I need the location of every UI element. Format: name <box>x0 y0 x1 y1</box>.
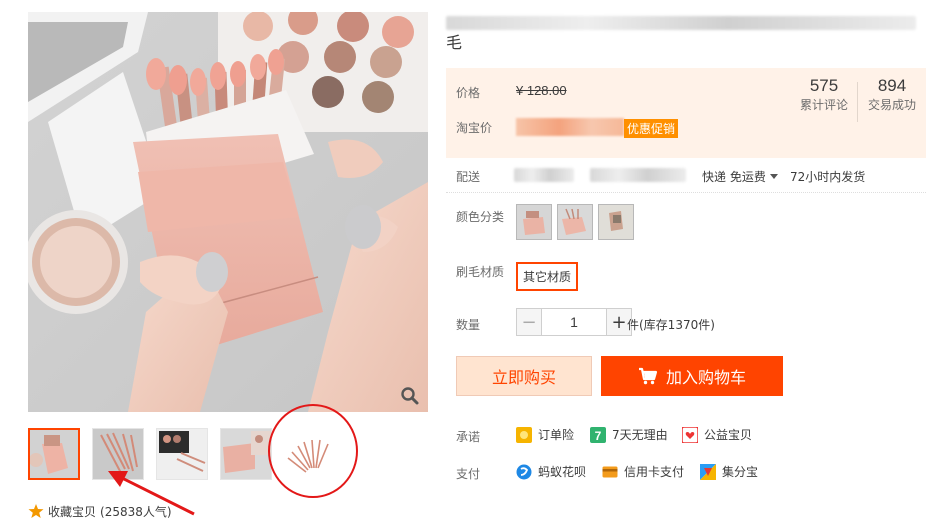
bristle-label: 刷毛材质 <box>456 265 505 279</box>
payment-credit-card[interactable]: 信用卡支付 <box>602 463 684 480</box>
favorite-label: 收藏宝贝 <box>48 504 97 519</box>
promise-seven-day-return[interactable]: 7 7天无理由 <box>590 426 668 443</box>
product-photo <box>28 12 428 412</box>
shipping-method-text: 快递 免运费 <box>702 170 766 184</box>
promo-tag[interactable]: 优惠促销 <box>624 119 679 138</box>
color-option-1[interactable] <box>516 204 552 240</box>
huabei-icon <box>516 464 532 479</box>
original-price: ¥ 128.00 <box>516 83 567 98</box>
add-to-cart-button[interactable]: 加入购物车 <box>601 356 783 396</box>
title-tail: 毛 <box>446 33 463 52</box>
insurance-icon <box>516 426 532 443</box>
caret-down-icon <box>769 173 778 179</box>
transactions-count: 894 <box>877 76 907 95</box>
color-option-3[interactable] <box>598 204 634 240</box>
quantity-stepper: − 1 + <box>516 308 632 336</box>
star-icon <box>28 504 44 518</box>
promise-order-insurance[interactable]: 订单险 <box>516 426 574 443</box>
zoom-icon[interactable] <box>400 386 420 406</box>
shipping-origin-blurred <box>514 168 574 182</box>
cart-icon <box>638 367 658 385</box>
stat-transactions[interactable]: 894 交易成功 <box>862 76 922 113</box>
payment-item-label: 信用卡支付 <box>624 465 685 479</box>
dispatch-time: 72小时内发货 <box>790 170 866 184</box>
price-panel: 价格 ¥ 128.00 淘宝价 优惠促销 575 累计评论 894 交易成功 <box>446 68 926 158</box>
favorite-count: (25838人气) <box>100 504 172 519</box>
reviews-label: 累计评论 <box>799 98 848 112</box>
stat-reviews[interactable]: 575 累计评论 <box>796 76 852 113</box>
product-title: 毛 <box>446 12 926 54</box>
payment-item-label: 集分宝 <box>722 465 759 479</box>
taobao-price-blurred <box>516 118 624 136</box>
promise-label: 承诺 <box>456 430 481 444</box>
jifenbao-icon <box>700 463 716 480</box>
reviews-count: 575 <box>809 76 839 95</box>
payment-item-label: 蚂蚁花呗 <box>538 465 587 479</box>
quantity-decrease-button[interactable]: − <box>516 308 542 336</box>
promise-item-label: 订单险 <box>538 428 575 442</box>
price-label: 价格 <box>456 86 481 100</box>
promise-charity[interactable]: 公益宝贝 <box>682 426 752 443</box>
shipping-method[interactable]: 快递 免运费 <box>702 168 778 185</box>
quantity-label: 数量 <box>456 318 481 332</box>
bristle-option-selected[interactable]: 其它材质 <box>516 262 579 291</box>
main-product-image[interactable] <box>28 12 428 412</box>
credit-card-icon <box>602 466 618 477</box>
divider <box>446 192 926 193</box>
svg-text:7: 7 <box>595 429 602 443</box>
annotation-circle <box>268 404 358 498</box>
favorite-link[interactable]: 收藏宝贝 (25838人气) <box>28 502 172 520</box>
promise-item-label: 7天无理由 <box>612 428 668 442</box>
payment-huabei[interactable]: 蚂蚁花呗 <box>516 463 586 480</box>
buy-now-button[interactable]: 立即购买 <box>456 356 592 396</box>
payment-jifenbao[interactable]: 集分宝 <box>700 463 758 480</box>
title-blurred <box>446 16 916 30</box>
payment-label: 支付 <box>456 467 481 481</box>
color-label: 颜色分类 <box>456 210 505 224</box>
transactions-label: 交易成功 <box>867 98 916 112</box>
color-option-2[interactable] <box>557 204 593 240</box>
quantity-input[interactable]: 1 <box>542 308 606 336</box>
shipping-dest-blurred <box>590 168 686 182</box>
add-to-cart-label: 加入购物车 <box>665 368 746 387</box>
shipping-label: 配送 <box>456 170 481 184</box>
seven-day-icon: 7 <box>590 426 606 443</box>
taobao-price-label: 淘宝价 <box>456 121 493 135</box>
promise-item-label: 公益宝贝 <box>704 428 753 442</box>
charity-heart-icon <box>682 426 698 443</box>
stock-info: 件(库存1370件) <box>627 318 715 332</box>
stat-divider <box>857 82 858 122</box>
